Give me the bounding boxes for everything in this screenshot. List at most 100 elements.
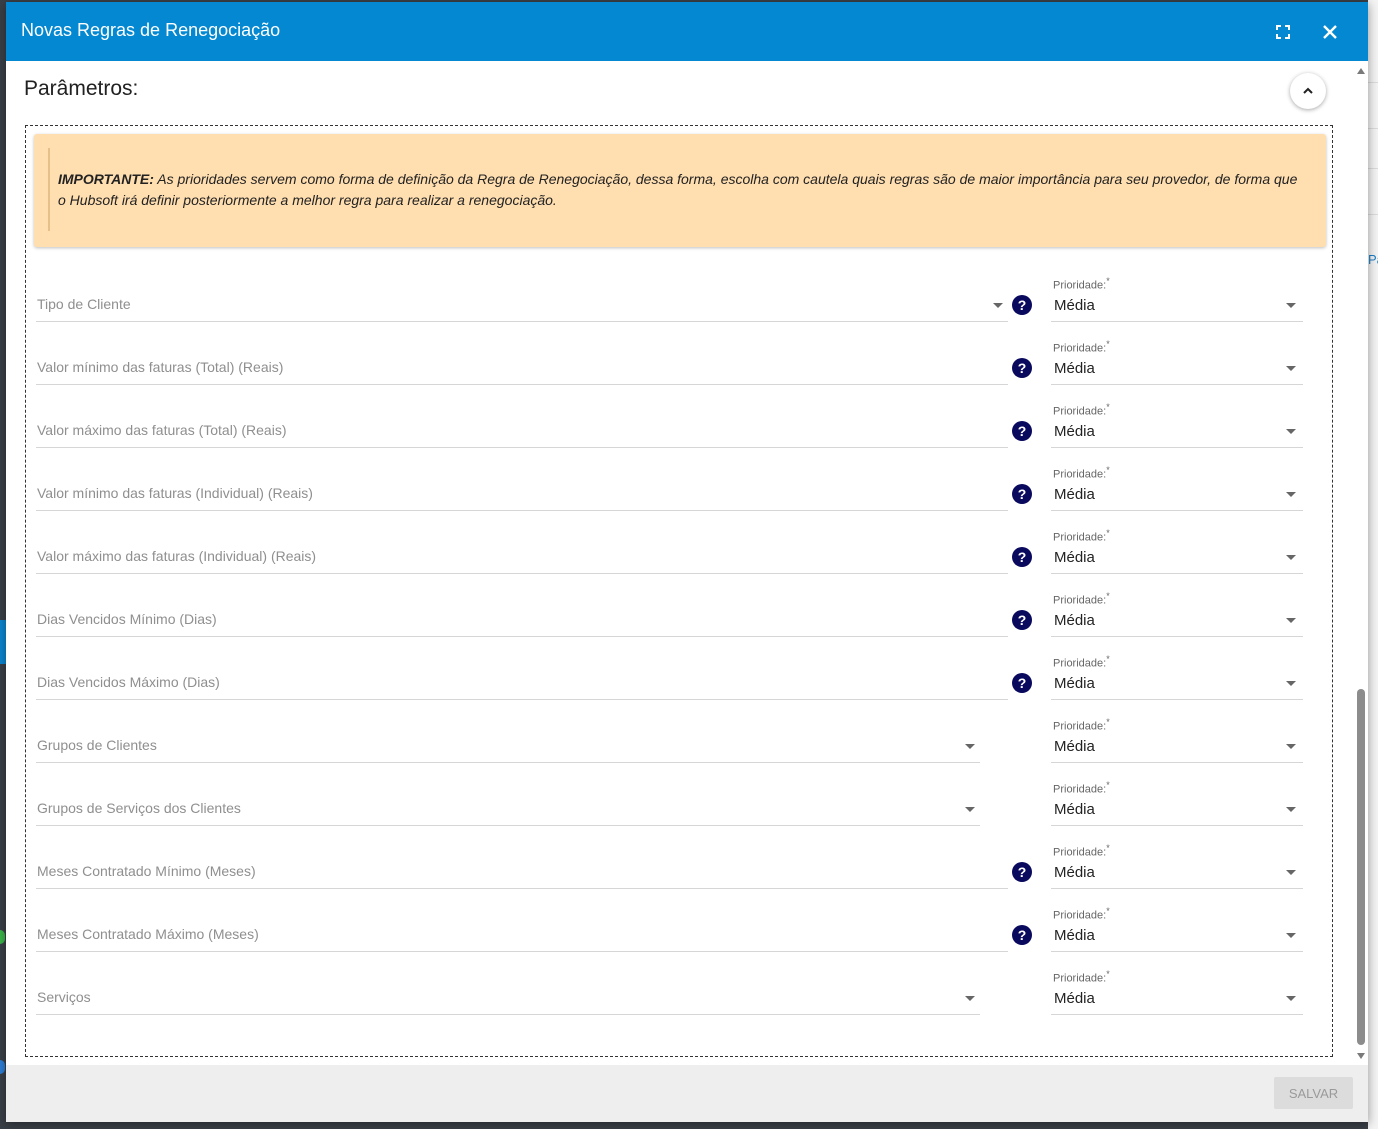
priority-label: Prioridade:*	[1053, 969, 1110, 985]
priority-select[interactable]: Prioridade:* Média	[1051, 777, 1303, 826]
dropdown-arrow-icon	[993, 303, 1003, 308]
parameter-row: Dias Vencidos Máximo (Dias)? Prioridade:*…	[26, 651, 1334, 714]
dropdown-arrow-icon	[1286, 303, 1296, 308]
dropdown-arrow-icon	[1286, 807, 1296, 812]
parameter-select[interactable]: Tipo de Cliente	[36, 273, 1008, 322]
help-icon[interactable]: ?	[1012, 547, 1032, 567]
priority-select[interactable]: Prioridade:* Média	[1051, 714, 1303, 763]
parameter-input[interactable]: Valor mínimo das faturas (Individual) (R…	[36, 462, 1008, 511]
priority-label: Prioridade:*	[1053, 339, 1110, 355]
priority-select[interactable]: Prioridade:* Média	[1051, 903, 1303, 952]
help-icon[interactable]: ?	[1012, 484, 1032, 504]
priority-select[interactable]: Prioridade:* Média	[1051, 525, 1303, 574]
parameter-row: Dias Vencidos Mínimo (Dias)? Prioridade:*…	[26, 588, 1334, 651]
priority-label-text: Prioridade:	[1053, 531, 1107, 544]
parameter-input[interactable]: Dias Vencidos Mínimo (Dias)	[36, 588, 1008, 637]
priority-select[interactable]: Prioridade:* Média	[1051, 336, 1303, 385]
priority-label-text: Prioridade:	[1053, 972, 1107, 985]
close-icon[interactable]	[1317, 19, 1343, 45]
required-mark: *	[1106, 339, 1110, 349]
priority-select[interactable]: Prioridade:* Média	[1051, 462, 1303, 511]
alert-strong: IMPORTANTE:	[58, 171, 154, 187]
help-icon[interactable]: ?	[1012, 610, 1032, 630]
parameter-row: Serviços Prioridade:* Média	[26, 966, 1334, 1029]
priority-value: Média	[1054, 486, 1095, 503]
dropdown-arrow-icon	[1286, 681, 1296, 686]
dialog-titlebar: Novas Regras de Renegociação	[6, 2, 1368, 61]
help-icon[interactable]: ?	[1012, 862, 1032, 882]
required-mark: *	[1106, 969, 1110, 979]
parameter-row: Grupos de Serviços dos Clientes Prioridad…	[26, 777, 1334, 840]
parameter-input[interactable]: Valor mínimo das faturas (Total) (Reais)	[36, 336, 1008, 385]
parameter-select[interactable]: Grupos de Clientes	[36, 714, 980, 763]
dropdown-arrow-icon	[1286, 429, 1296, 434]
priority-label-text: Prioridade:	[1053, 405, 1107, 418]
parameter-label: Dias Vencidos Máximo (Dias)	[37, 674, 220, 690]
priority-value: Média	[1054, 297, 1095, 314]
parameter-input[interactable]: Meses Contratado Máximo (Meses)	[36, 903, 1008, 952]
scroll-down-arrow-icon[interactable]	[1357, 1053, 1365, 1059]
dropdown-arrow-icon	[965, 996, 975, 1001]
priority-select[interactable]: Prioridade:* Média	[1051, 273, 1303, 322]
required-mark: *	[1106, 906, 1110, 916]
help-glyph: ?	[1017, 486, 1027, 502]
priority-label: Prioridade:*	[1053, 528, 1110, 544]
help-icon[interactable]: ?	[1012, 925, 1032, 945]
parameter-label: Grupos de Clientes	[37, 737, 157, 753]
priority-label-text: Prioridade:	[1053, 468, 1107, 481]
parameter-row: Valor máximo das faturas (Individual) (R…	[26, 525, 1334, 588]
help-glyph: ?	[1017, 675, 1027, 691]
dropdown-arrow-icon	[965, 744, 975, 749]
save-button[interactable]: SALVAR	[1274, 1077, 1353, 1109]
priority-select[interactable]: Prioridade:* Média	[1051, 651, 1303, 700]
priority-select[interactable]: Prioridade:* Média	[1051, 840, 1303, 889]
priority-value: Média	[1054, 612, 1095, 629]
dialog-content: Parâmetros: IMPORTANTE: As prioridades s…	[6, 61, 1368, 1065]
scrollbar[interactable]	[1354, 61, 1368, 1065]
priority-label: Prioridade:*	[1053, 654, 1110, 670]
fullscreen-icon[interactable]	[1270, 19, 1296, 45]
help-glyph: ?	[1017, 423, 1027, 439]
priority-value: Média	[1054, 927, 1095, 944]
priority-select[interactable]: Prioridade:* Média	[1051, 588, 1303, 637]
priority-label-text: Prioridade:	[1053, 657, 1107, 670]
parameter-row: Meses Contratado Mínimo (Meses)? Priorida…	[26, 840, 1334, 903]
dropdown-arrow-icon	[1286, 996, 1296, 1001]
help-icon[interactable]: ?	[1012, 421, 1032, 441]
renegotiation-rules-dialog: Novas Regras de Renegociação Parâmetros:…	[6, 2, 1368, 1122]
scroll-up-arrow-icon[interactable]	[1357, 68, 1365, 74]
parameter-label: Meses Contratado Mínimo (Meses)	[37, 863, 256, 879]
parameter-input[interactable]: Valor máximo das faturas (Total) (Reais)	[36, 399, 1008, 448]
priority-label: Prioridade:*	[1053, 465, 1110, 481]
dropdown-arrow-icon	[965, 807, 975, 812]
priority-value: Média	[1054, 801, 1095, 818]
help-icon[interactable]: ?	[1012, 295, 1032, 315]
section-title: Parâmetros:	[24, 77, 139, 100]
parameter-label: Valor mínimo das faturas (Individual) (R…	[37, 485, 313, 501]
parameter-select[interactable]: Serviços	[36, 966, 980, 1015]
parameter-label: Valor máximo das faturas (Individual) (R…	[37, 548, 317, 564]
priority-value: Média	[1054, 423, 1095, 440]
dropdown-arrow-icon	[1286, 618, 1296, 623]
parameter-select[interactable]: Grupos de Serviços dos Clientes	[36, 777, 980, 826]
priority-label: Prioridade:*	[1053, 906, 1110, 922]
priority-select[interactable]: Prioridade:* Média	[1051, 966, 1303, 1015]
parameter-row: Grupos de Clientes Prioridade:* Média	[26, 714, 1334, 777]
parameter-label: Grupos de Serviços dos Clientes	[37, 800, 241, 816]
scroll-thumb[interactable]	[1357, 689, 1365, 1045]
parameter-input[interactable]: Meses Contratado Mínimo (Meses)	[36, 840, 1008, 889]
parameter-input[interactable]: Dias Vencidos Máximo (Dias)	[36, 651, 1008, 700]
parameter-input[interactable]: Valor máximo das faturas (Individual) (R…	[36, 525, 1008, 574]
collapse-section-button[interactable]	[1290, 73, 1326, 109]
priority-value: Média	[1054, 675, 1095, 692]
dropdown-arrow-icon	[1286, 744, 1296, 749]
parameter-label: Serviços	[37, 989, 91, 1005]
help-icon[interactable]: ?	[1012, 673, 1032, 693]
priority-value: Média	[1054, 360, 1095, 377]
priority-value: Média	[1054, 549, 1095, 566]
priority-select[interactable]: Prioridade:* Média	[1051, 399, 1303, 448]
parameter-label: Dias Vencidos Mínimo (Dias)	[37, 611, 217, 627]
priority-label-text: Prioridade:	[1053, 720, 1107, 733]
parameter-label: Tipo de Cliente	[37, 296, 131, 312]
help-icon[interactable]: ?	[1012, 358, 1032, 378]
